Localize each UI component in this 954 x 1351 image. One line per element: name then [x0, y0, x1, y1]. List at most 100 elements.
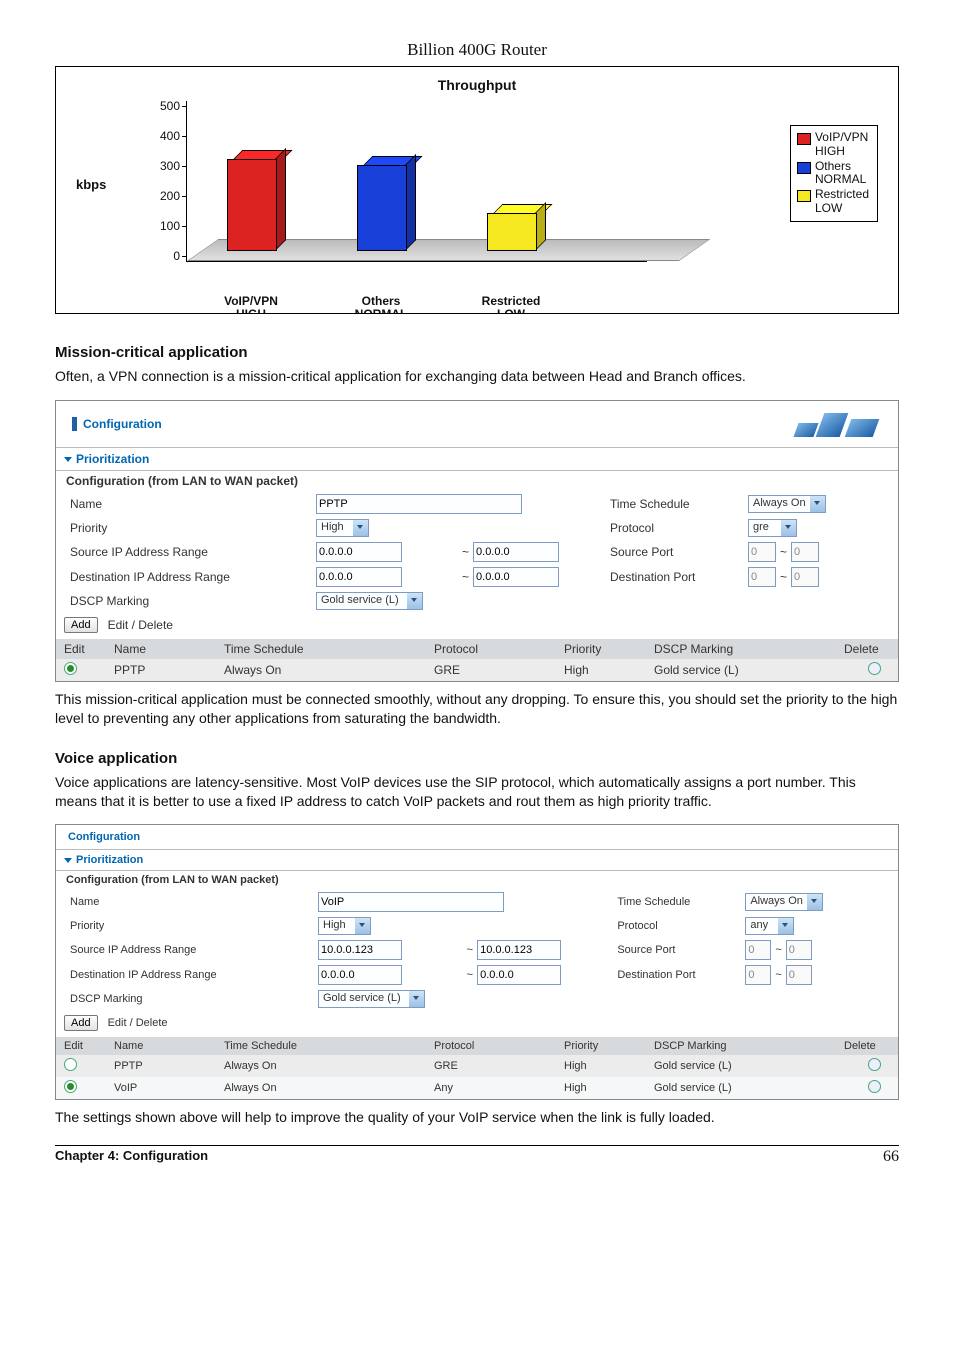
section-prioritization[interactable]: Prioritization: [56, 447, 898, 471]
priority-select[interactable]: High: [318, 917, 371, 935]
source-port-b-input[interactable]: [786, 940, 812, 960]
row-dscp: Gold service (L): [654, 1082, 844, 1094]
label-dest-port: Destination Port: [611, 967, 741, 983]
protocol-select[interactable]: any: [745, 917, 794, 935]
x-tick-label: RestrictedLOW: [451, 295, 571, 314]
row-protocol: GRE: [434, 1060, 564, 1072]
chevron-down-icon: [781, 519, 797, 537]
time-schedule-select[interactable]: Always On: [745, 893, 823, 911]
edit-radio[interactable]: [64, 662, 77, 675]
source-ip-a-input[interactable]: [316, 542, 402, 562]
dest-ip-a-input[interactable]: [318, 965, 402, 985]
chevron-down-icon: [353, 519, 369, 537]
label-protocol: Protocol: [611, 918, 741, 934]
row-name: PPTP: [114, 1060, 224, 1072]
y-axis-label: kbps: [76, 177, 106, 192]
x-tick-label: VoIP/VPNHIGH: [191, 295, 311, 314]
table-row: VoIPAlways OnAnyHighGold service (L): [56, 1077, 898, 1099]
chevron-down-icon: [778, 917, 794, 935]
row-name: VoIP: [114, 1082, 224, 1094]
row-dscp: Gold service (L): [654, 1060, 844, 1072]
panel-title-configuration: Configuration: [72, 417, 162, 431]
rules-table-header: Edit Name Time Schedule Protocol Priorit…: [56, 639, 898, 659]
label-time-schedule: Time Schedule: [611, 894, 741, 910]
tilde: ~: [780, 545, 787, 559]
label-time-schedule: Time Schedule: [604, 495, 744, 513]
source-ip-a-input[interactable]: [318, 940, 402, 960]
chevron-down-icon: [64, 858, 72, 863]
chart-title: Throughput: [66, 77, 888, 93]
label-source-ip-range: Source IP Address Range: [64, 942, 314, 958]
y-tick: 300: [160, 159, 180, 173]
tilde: ~: [780, 570, 787, 584]
name-input[interactable]: [318, 892, 504, 912]
source-port-a-input[interactable]: [745, 940, 771, 960]
label-dscp-marking: DSCP Marking: [64, 592, 312, 610]
label-dscp-marking: DSCP Marking: [64, 991, 314, 1007]
section-config-lan-wan: Configuration (from LAN to WAN packet): [56, 471, 898, 491]
config-panel-voip: Configuration Prioritization Configurati…: [55, 824, 899, 1100]
dscp-select[interactable]: Gold service (L): [318, 990, 425, 1008]
paragraph: Often, a VPN connection is a mission-cri…: [55, 367, 899, 386]
chevron-down-icon: [810, 495, 826, 513]
label-protocol: Protocol: [604, 519, 744, 537]
section-config-lan-wan: Configuration (from LAN to WAN packet): [56, 871, 898, 889]
name-input[interactable]: [316, 494, 522, 514]
delete-button[interactable]: [868, 1058, 881, 1071]
label-source-port: Source Port: [604, 543, 744, 561]
section-heading-voice-application: Voice application: [55, 750, 899, 767]
label-dest-ip-range: Destination IP Address Range: [64, 967, 314, 983]
dest-port-a-input[interactable]: [748, 567, 776, 587]
delete-button[interactable]: [868, 1080, 881, 1093]
table-row: PPTPAlways OnGREHighGold service (L): [56, 659, 898, 681]
x-tick-label: OthersNORMAL: [321, 295, 441, 314]
protocol-select[interactable]: gre: [748, 519, 797, 537]
priority-select[interactable]: High: [316, 519, 369, 537]
section-prioritization[interactable]: Prioritization: [56, 849, 898, 871]
dest-ip-a-input[interactable]: [316, 567, 402, 587]
tilde: ~: [775, 969, 781, 981]
source-ip-b-input[interactable]: [477, 940, 561, 960]
label-source-port: Source Port: [611, 942, 741, 958]
y-tick: 400: [160, 129, 180, 143]
dest-ip-b-input[interactable]: [477, 965, 561, 985]
delete-button[interactable]: [868, 662, 881, 675]
row-name: PPTP: [114, 663, 224, 677]
row-priority: High: [564, 663, 654, 677]
chevron-down-icon: [407, 592, 423, 610]
dest-ip-b-input[interactable]: [473, 567, 559, 587]
chevron-down-icon: [64, 457, 72, 462]
dest-port-b-input[interactable]: [791, 567, 819, 587]
row-protocol: Any: [434, 1082, 564, 1094]
paragraph: Voice applications are latency-sensitive…: [55, 773, 899, 811]
edit-radio[interactable]: [64, 1080, 77, 1093]
row-schedule: Always On: [224, 1060, 434, 1072]
legend-item: RestrictedLOW: [797, 188, 869, 216]
source-port-a-input[interactable]: [748, 542, 776, 562]
label-priority: Priority: [64, 519, 312, 537]
paragraph: The settings shown above will help to im…: [55, 1108, 899, 1127]
decorative-icon: [776, 411, 886, 437]
dest-port-b-input[interactable]: [786, 965, 812, 985]
row-dscp: Gold service (L): [654, 663, 844, 677]
legend-item: OthersNORMAL: [797, 160, 869, 188]
source-ip-b-input[interactable]: [473, 542, 559, 562]
edit-radio[interactable]: [64, 1058, 77, 1071]
panel-title-configuration: Configuration: [68, 831, 140, 843]
table-row: PPTPAlways OnGREHighGold service (L): [56, 1055, 898, 1077]
dscp-select[interactable]: Gold service (L): [316, 592, 423, 610]
add-button[interactable]: Add: [64, 617, 98, 633]
label-name: Name: [64, 495, 312, 513]
chevron-down-icon: [807, 893, 823, 911]
throughput-chart: Throughput kbps 0100200300400500 VoIP/VP…: [55, 66, 899, 314]
y-tick: 500: [160, 99, 180, 113]
source-port-b-input[interactable]: [791, 542, 819, 562]
dest-port-a-input[interactable]: [745, 965, 771, 985]
chevron-down-icon: [355, 917, 371, 935]
time-schedule-select[interactable]: Always On: [748, 495, 826, 513]
add-button[interactable]: Add: [64, 1015, 98, 1031]
rules-table-header: Edit Name Time Schedule Protocol Priorit…: [56, 1037, 898, 1055]
section-heading-mission-critical: Mission-critical application: [55, 344, 899, 361]
tilde: ~: [467, 969, 473, 981]
document-title: Billion 400G Router: [55, 40, 899, 60]
